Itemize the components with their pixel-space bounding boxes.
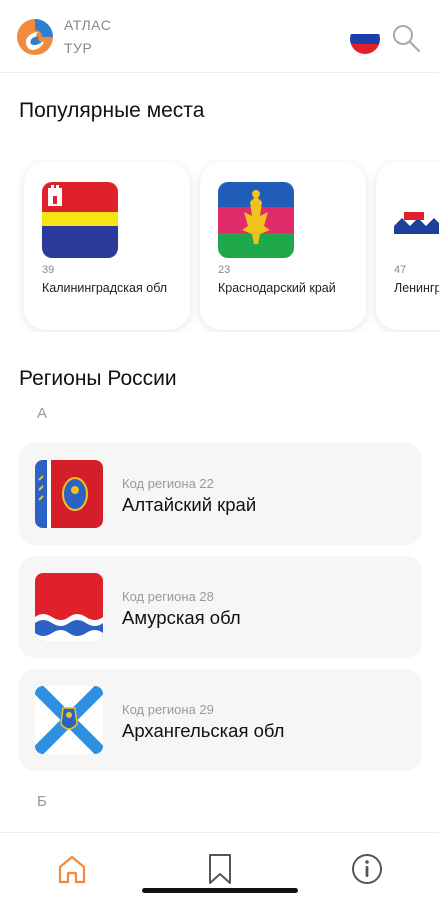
- search-icon[interactable]: [390, 22, 422, 54]
- brand-line-1: АТЛАС: [64, 17, 112, 33]
- app-header: АТЛАС ТУР: [0, 0, 439, 73]
- bookmark-icon[interactable]: [202, 851, 238, 887]
- kaliningrad-flag: [42, 182, 118, 258]
- card-region-name: Калининградская обл: [42, 281, 168, 295]
- card-region-code: 47: [394, 264, 407, 276]
- popular-places-title: Популярные места: [19, 99, 205, 122]
- region-row-amur[interactable]: Код региона 28 Амурская обл: [19, 556, 422, 658]
- popular-card-kaliningrad[interactable]: 39 Калининградская обл: [24, 162, 190, 330]
- letter-header: Б: [37, 793, 47, 810]
- brand-name: АТЛАС ТУР: [64, 14, 111, 60]
- card-region-code: 23: [218, 264, 231, 276]
- region-row-altai[interactable]: Код региона 22 Алтайский край: [19, 443, 422, 545]
- regions-title: Регионы России: [19, 367, 177, 390]
- atlas-logo[interactable]: [16, 18, 54, 56]
- popular-card-krasnodar[interactable]: 23 Краснодарский край: [200, 162, 366, 330]
- region-name: Архангельская обл: [122, 720, 285, 741]
- region-name: Алтайский край: [122, 494, 257, 515]
- krasnodar-flag: [218, 182, 294, 258]
- russia-flag-icon[interactable]: [350, 24, 380, 54]
- card-region-name: Ленинградская обл: [394, 281, 439, 295]
- amur-flag: [35, 573, 103, 641]
- card-region-name: Краснодарский край: [218, 281, 336, 295]
- arkhangelsk-flag: [35, 686, 103, 754]
- leningrad-flag: [394, 182, 439, 258]
- region-name: Амурская обл: [122, 607, 241, 628]
- home-indicator: [142, 888, 298, 893]
- popular-places-carousel[interactable]: 39 Калининградская обл 23 Краснодарский …: [0, 160, 439, 332]
- region-code: Код региона 22: [122, 476, 214, 491]
- altai-flag: [35, 460, 103, 528]
- info-icon[interactable]: [349, 851, 385, 887]
- letter-header: А: [37, 405, 48, 422]
- popular-card-leningrad[interactable]: 47 Ленинградская обл: [376, 162, 439, 330]
- region-code: Код региона 28: [122, 589, 214, 604]
- home-icon[interactable]: [54, 851, 90, 887]
- card-region-code: 39: [42, 264, 55, 276]
- brand-line-2: ТУР: [64, 40, 93, 56]
- region-row-arkhangelsk[interactable]: Код региона 29 Архангельская обл: [19, 669, 422, 771]
- region-code: Код региона 29: [122, 702, 214, 717]
